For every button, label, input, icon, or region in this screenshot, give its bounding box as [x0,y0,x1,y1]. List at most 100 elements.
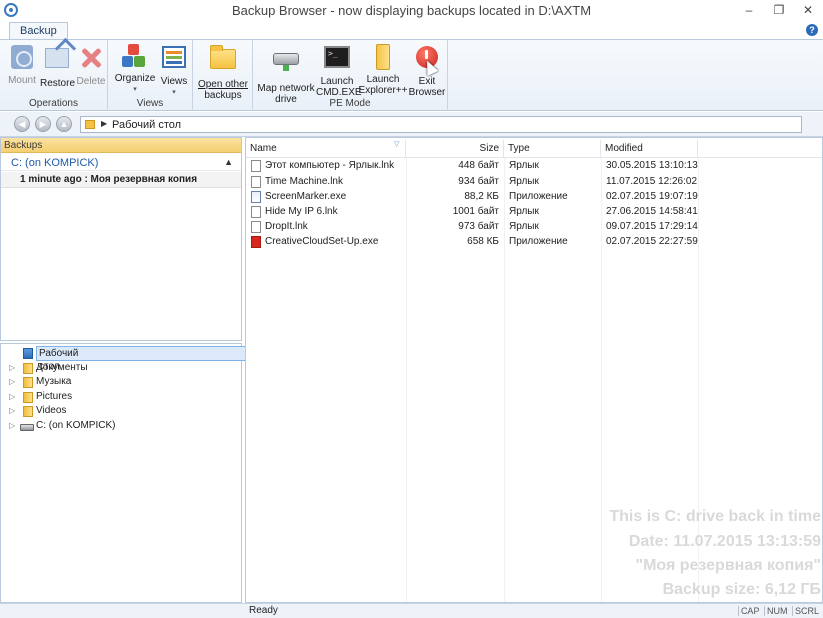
folder-icon [23,406,33,417]
tree-item-music[interactable]: ▷ Музыка [1,375,241,390]
up-button[interactable]: ▲ [56,116,72,132]
keyboard-indicators: CAP NUM SCRL [737,604,821,618]
organize-dropdown-icon: ▾ [133,86,137,93]
mount-button[interactable]: Mount [6,43,38,86]
breadcrumb-separator-icon[interactable]: ▶ [101,119,107,128]
file-row[interactable]: Этот компьютер - Ярлык.lnk 448 байт Ярлы… [246,158,822,173]
scrl-indicator: SCRL [791,606,821,616]
file-type: Ярлык [509,176,539,187]
open-other-label-2: backups [204,90,242,101]
tree-item-desktop[interactable]: Рабочий стол [1,346,280,372]
backup-entry[interactable]: 1 minute ago : Моя резервная копия [1,172,241,188]
tree-item-label: C: (on KOMPICK) [36,420,116,431]
column-header-size[interactable]: Size [406,140,504,157]
file-name: CreativeCloudSet-Up.exe [265,236,379,247]
expand-arrow-icon[interactable]: ▷ [9,363,15,372]
restore-backup-button[interactable]: Restore [40,43,76,89]
watermark-line-1: This is C: drive back in time [609,508,821,525]
file-name: ScreenMarker.exe [265,191,347,202]
expand-arrow-icon[interactable]: ▷ [9,406,15,415]
close-button[interactable]: ✕ [797,2,819,18]
forward-button[interactable]: ▶ [35,116,51,132]
exit-label-1: Exit [418,76,436,87]
exit-label-2: Browser [408,87,446,98]
file-modified: 30.05.2015 13:10:13 [606,160,698,171]
folder-icon [23,377,33,388]
file-row[interactable]: Time Machine.lnk 934 байт Ярлык 11.07.20… [246,174,822,189]
launch-cmd-label-2: CMD.EXE [316,87,362,98]
status-text: Ready [249,605,278,616]
file-type: Ярлык [509,221,539,232]
status-bar-left [0,603,245,618]
delete-label: Delete [76,76,106,87]
delete-button[interactable]: Delete [76,43,106,87]
file-modified: 02.07.2015 19:07:19 [606,191,698,202]
launch-explorer-label-1: Launch [366,74,400,85]
tree-item-videos[interactable]: ▷ Videos [1,404,241,419]
backups-pane: Backups C: (on KOMPICK) ▲ 1 minute ago :… [0,137,242,341]
tree-item-label: Pictures [36,391,73,402]
group-label-operations: Operations [29,98,78,109]
launch-explorer-button[interactable]: Launch Explorer++ [358,43,408,96]
expand-arrow-icon[interactable]: ▷ [9,392,15,401]
file-row[interactable]: CreativeCloudSet-Up.exe 658 КБ Приложени… [246,234,822,249]
ribbon-group-operations: Mount Restore Delete Operations [0,40,108,111]
delete-icon [79,46,103,70]
launch-cmd-button[interactable]: >_ Launch CMD.EXE [316,43,362,98]
address-field[interactable]: ▶ Рабочий стол [80,116,802,133]
file-size: 1001 байт [452,206,499,217]
backup-drive-label: C: (on KOMPICK) [11,157,99,169]
group-label-views: Views [136,98,164,109]
back-button[interactable]: ◀ [14,116,30,132]
open-other-backups-button[interactable]: Open other backups [196,43,250,101]
file-size: 88,2 КБ [464,191,499,202]
folder-icon [85,120,95,129]
file-size: 658 КБ [467,236,499,247]
column-header-name[interactable]: Name [246,140,406,157]
file-row[interactable]: DropIt.lnk 973 байт Ярлык 09.07.2015 17:… [246,219,822,234]
network-drive-icon [273,53,299,71]
file-type: Ярлык [509,160,539,171]
open-other-label-1: Open other [197,79,249,90]
expand-arrow-icon[interactable]: ▷ [9,421,15,430]
restore-button[interactable]: ❐ [768,2,790,18]
column-header-type[interactable]: Type [504,140,601,157]
views-icon [162,46,186,68]
command-prompt-icon: >_ [324,46,350,68]
mount-label: Mount [8,75,36,86]
column-header-modified[interactable]: Modified [601,140,698,157]
organize-button[interactable]: Organize ▾ [114,43,156,95]
tree-item-pictures[interactable]: ▷ Pictures [1,390,241,405]
file-name: Hide My IP 6.lnk [265,206,338,217]
tree-item-label: Документы [36,362,88,373]
tab-backup[interactable]: Backup [9,22,68,39]
tree-item-drive-c[interactable]: ▷ C: (on KOMPICK) [1,419,241,434]
shortcut-icon [251,221,261,233]
restore-label: Restore [40,78,76,89]
map-network-drive-button[interactable]: Map network drive [256,43,316,105]
file-row[interactable]: ScreenMarker.exe 88,2 КБ Приложение 02.0… [246,189,822,204]
folder-icon [23,392,33,403]
tree-item-label: Музыка [36,376,72,387]
file-name: DropIt.lnk [265,221,308,232]
explorer-icon [376,44,390,70]
restore-icon [45,48,69,68]
address-bar: ◀ ▶ ▲ ▶ Рабочий стол [0,112,823,137]
watermark-line-4: Backup size: 6,12 ГБ [662,581,821,598]
help-icon[interactable]: ? [806,24,818,36]
expand-arrow-icon[interactable]: ▷ [9,377,15,386]
views-button[interactable]: Views ▾ [158,43,190,98]
tree-item-label: Videos [36,405,67,416]
sort-indicator-icon: ▽ [394,141,400,148]
collapse-icon[interactable]: ▲ [224,157,233,167]
title-bar: Backup Browser - now displaying backups … [0,0,823,22]
file-type: Приложение [509,191,568,202]
tree-item-documents[interactable]: ▷ Документы [1,361,241,376]
file-size: 973 байт [458,221,499,232]
breadcrumb-current[interactable]: Рабочий стол [112,119,181,131]
backup-drive-group[interactable]: C: (on KOMPICK) ▲ [1,155,241,171]
file-type: Ярлык [509,206,539,217]
desktop-icon [23,348,33,359]
minimize-button[interactable]: – [738,2,760,18]
file-row[interactable]: Hide My IP 6.lnk 1001 байт Ярлык 27.06.2… [246,204,822,219]
